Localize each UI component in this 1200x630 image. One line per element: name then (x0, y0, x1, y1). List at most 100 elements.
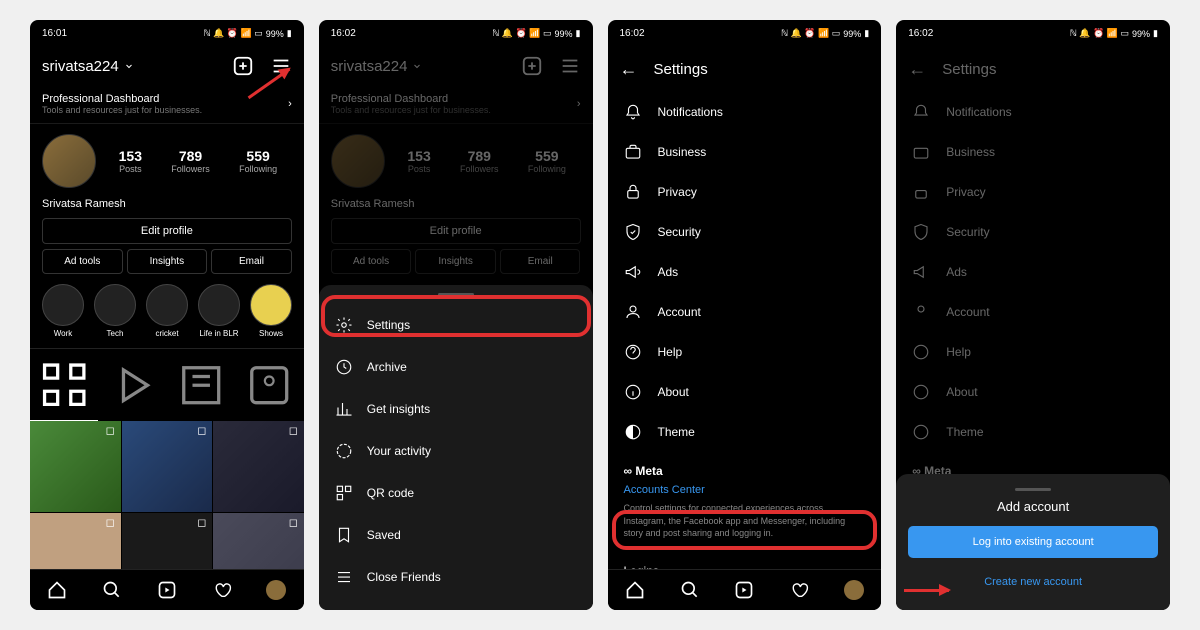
display-name: Srivatsa Ramesh (30, 198, 304, 218)
bottom-nav (30, 569, 304, 610)
phone-menu: 16:02 ℕ 🔔 ⏰ 📶 ▭99%▮ srivatsa224 Professi… (319, 20, 593, 610)
profile-nav-icon[interactable] (844, 580, 864, 600)
settings-about[interactable]: About (608, 372, 882, 412)
profile-nav-icon[interactable] (266, 580, 286, 600)
highlight-item[interactable]: Life in BLR (198, 284, 240, 338)
profile-info: 153Posts 789Followers 559Following (30, 124, 304, 198)
settings-notifications[interactable]: Notifications (608, 92, 882, 132)
back-icon[interactable]: ← (620, 59, 638, 80)
profile-header: srivatsa224 (30, 47, 304, 85)
menu-settings[interactable]: Settings (319, 304, 593, 346)
settings-privacy[interactable]: Privacy (608, 172, 882, 212)
username-dropdown[interactable]: srivatsa224 (42, 58, 135, 75)
sheet-handle[interactable] (1015, 488, 1051, 491)
avatar[interactable] (42, 134, 96, 188)
menu-close-friends[interactable]: Close Friends (319, 556, 593, 598)
settings-header: ← Settings (608, 47, 882, 92)
megaphone-icon (624, 263, 642, 281)
annotation-arrow (904, 589, 949, 592)
theme-icon (624, 423, 642, 441)
status-bar: 16:01 ℕ 🔔 ⏰ 📶 ▭99%▮ (30, 20, 304, 47)
shield-icon (624, 223, 642, 241)
create-icon[interactable] (232, 55, 254, 77)
heart-icon[interactable] (789, 580, 809, 600)
page-title: Settings (654, 61, 708, 78)
menu-archive[interactable]: Archive (319, 346, 593, 388)
settings-account[interactable]: Account (608, 292, 882, 332)
carousel-icon: ◻ (197, 516, 209, 528)
menu-insights[interactable]: Get insights (319, 388, 593, 430)
time: 16:01 (42, 28, 67, 39)
activity-icon (335, 442, 353, 460)
gear-icon (335, 316, 353, 334)
search-icon[interactable] (680, 580, 700, 600)
post[interactable]: ◻ (213, 421, 304, 512)
home-icon[interactable] (47, 580, 67, 600)
lock-icon (624, 183, 642, 201)
stat-following[interactable]: 559Following (239, 148, 277, 174)
highlight-item[interactable]: Work (42, 284, 84, 338)
menu-activity[interactable]: Your activity (319, 430, 593, 472)
phone-profile: 16:01 ℕ 🔔 ⏰ 📶 ▭99%▮ srivatsa224 Professi… (30, 20, 304, 610)
email-button[interactable]: Email (211, 249, 292, 274)
menu-sheet: Settings Archive Get insights Your activ… (319, 285, 593, 610)
profile-header: srivatsa224 (319, 47, 593, 85)
search-icon[interactable] (102, 580, 122, 600)
chevron-right-icon: › (288, 98, 292, 110)
login-existing-button[interactable]: Log into existing account (908, 526, 1158, 558)
clock-icon (335, 358, 353, 376)
menu-qr[interactable]: QR code (319, 472, 593, 514)
chart-icon (335, 400, 353, 418)
bell-icon (624, 103, 642, 121)
tab-guides[interactable] (167, 349, 235, 421)
help-icon (624, 343, 642, 361)
insights-button[interactable]: Insights (127, 249, 208, 274)
heart-icon[interactable] (212, 580, 232, 600)
pro-dashboard[interactable]: Professional DashboardTools and resource… (30, 85, 304, 124)
qr-icon (335, 484, 353, 502)
person-icon (624, 303, 642, 321)
tab-tagged[interactable] (235, 349, 303, 421)
highlight-item[interactable]: cricket (146, 284, 188, 338)
bottom-nav (608, 569, 882, 610)
sheet-title: Add account (908, 499, 1158, 514)
carousel-icon: ◻ (106, 516, 118, 528)
settings-ads[interactable]: Ads (608, 252, 882, 292)
settings-security[interactable]: Security (608, 212, 882, 252)
list-icon (335, 568, 353, 586)
tab-reels[interactable] (98, 349, 166, 421)
stat-followers[interactable]: 789Followers (171, 148, 210, 174)
menu-saved[interactable]: Saved (319, 514, 593, 556)
meta-description: Control settings for connected experienc… (624, 502, 866, 540)
post[interactable]: ◻ (30, 421, 121, 512)
bookmark-icon (335, 526, 353, 544)
highlights: Work Tech cricket Life in BLR Shows (30, 274, 304, 348)
highlight-item[interactable]: Tech (94, 284, 136, 338)
settings-help[interactable]: Help (608, 332, 882, 372)
meta-section: ∞ Meta Accounts Center Control settings … (608, 452, 882, 552)
accounts-center-link[interactable]: Accounts Center (624, 484, 866, 496)
carousel-icon: ◻ (106, 424, 118, 436)
settings-business[interactable]: Business (608, 132, 882, 172)
meta-logo: ∞ Meta (624, 464, 866, 478)
briefcase-icon (624, 143, 642, 161)
edit-profile-button[interactable]: Edit profile (42, 218, 292, 244)
home-icon[interactable] (625, 580, 645, 600)
info-icon (624, 383, 642, 401)
status-bar: 16:02 ℕ 🔔 ⏰ 📶 ▭99%▮ (319, 20, 593, 47)
tab-grid[interactable] (30, 349, 98, 421)
carousel-icon: ◻ (289, 516, 301, 528)
reels-icon[interactable] (734, 580, 754, 600)
ad-tools-button[interactable]: Ad tools (42, 249, 123, 274)
sheet-handle[interactable] (438, 293, 474, 296)
settings-theme[interactable]: Theme (608, 412, 882, 452)
reels-icon[interactable] (157, 580, 177, 600)
carousel-icon: ◻ (197, 424, 209, 436)
carousel-icon: ◻ (289, 424, 301, 436)
highlight-item[interactable]: Shows (250, 284, 292, 338)
phone-settings: 16:02ℕ 🔔 ⏰ 📶 ▭99%▮ ← Settings Notificati… (608, 20, 882, 610)
phone-add-account: 16:02ℕ 🔔 ⏰ 📶 ▭99%▮ ←Settings Notificatio… (896, 20, 1170, 610)
menu-favorites[interactable]: Favorites (319, 598, 593, 610)
post[interactable]: ◻ (122, 421, 213, 512)
stat-posts[interactable]: 153Posts (119, 148, 142, 174)
